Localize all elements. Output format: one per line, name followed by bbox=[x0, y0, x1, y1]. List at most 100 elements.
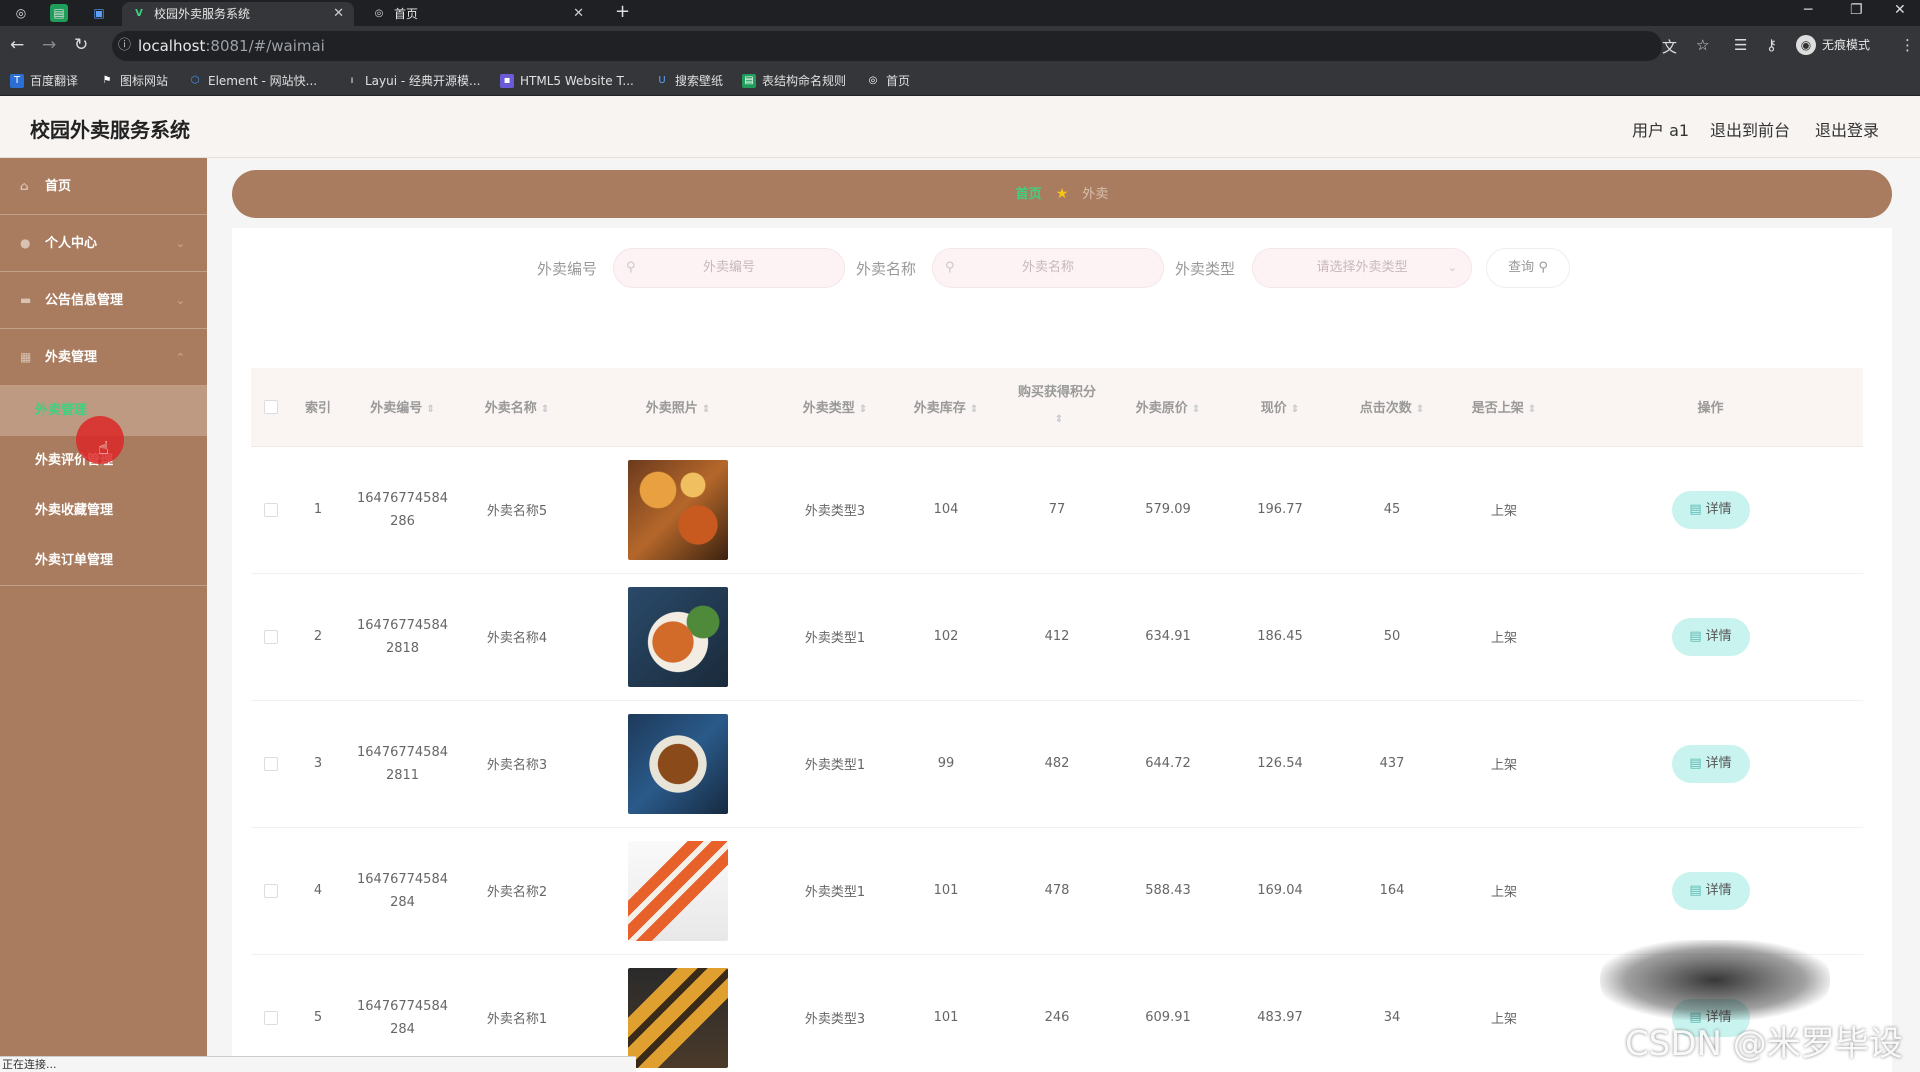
translate-icon[interactable]: ⽂ bbox=[1662, 36, 1677, 57]
sort-icon[interactable]: ⇕ bbox=[1055, 414, 1063, 425]
row-select-cell bbox=[251, 446, 291, 574]
row-checkbox[interactable] bbox=[264, 883, 278, 898]
food-photo[interactable] bbox=[628, 586, 728, 687]
chevron-down-icon: ⌄ bbox=[175, 294, 185, 307]
sort-icon[interactable]: ⇕ bbox=[1416, 404, 1424, 415]
sidebar-item-notice[interactable]: ▬ 公告信息管理 ⌄ bbox=[0, 272, 207, 329]
bookmark-item[interactable]: U 搜索壁纸 bbox=[655, 72, 723, 90]
col-orig-price[interactable]: 外卖原价 ⇕ bbox=[1110, 368, 1226, 447]
bookmark-item[interactable]: ▪ HTML5 Website T... bbox=[500, 72, 634, 90]
code-search-input[interactable]: ⚲ 外卖编号 bbox=[613, 248, 845, 288]
cell-index: 2 bbox=[291, 573, 345, 701]
bookmark-item[interactable]: ▤ 表结构命名规则 bbox=[742, 72, 846, 90]
cell-stock: 99 bbox=[888, 700, 1004, 828]
bookmark-item[interactable]: ◎ 首页 bbox=[866, 72, 910, 90]
info-icon[interactable]: ⓘ bbox=[118, 31, 131, 61]
reading-list-icon[interactable]: ☰ bbox=[1734, 36, 1747, 54]
forward-icon[interactable]: → bbox=[42, 35, 56, 55]
bookmark-item[interactable]: T 百度翻译 bbox=[10, 72, 78, 90]
cell-status: 上架 bbox=[1450, 573, 1558, 701]
url-input[interactable]: ⓘ localhost:8081/#/waimai bbox=[112, 31, 1662, 61]
app-icon[interactable]: ▤ bbox=[50, 4, 68, 22]
back-icon[interactable]: ← bbox=[10, 35, 24, 55]
detail-label: 详情 bbox=[1705, 501, 1732, 517]
home-icon: ⌂ bbox=[20, 179, 29, 193]
cell-stock: 104 bbox=[888, 446, 1004, 574]
detail-button[interactable]: ▤详情 bbox=[1671, 490, 1750, 529]
row-checkbox[interactable] bbox=[264, 629, 278, 644]
select-all-checkbox[interactable] bbox=[264, 399, 278, 414]
cell-stock: 101 bbox=[888, 954, 1004, 1072]
col-clicks[interactable]: 点击次数 ⇕ bbox=[1334, 368, 1450, 447]
grid-icon: ▦ bbox=[20, 350, 32, 364]
bookmark-item[interactable]: ı Layui - 经典开源模... bbox=[345, 72, 481, 90]
sort-icon[interactable]: ⇕ bbox=[1192, 404, 1200, 415]
back-to-front-link[interactable]: 退出到前台 bbox=[1710, 117, 1790, 141]
type-select[interactable]: 请选择外卖类型 ⌄ bbox=[1252, 248, 1472, 288]
new-tab-icon[interactable]: + bbox=[615, 1, 630, 22]
bookmark-label: 百度翻译 bbox=[30, 74, 79, 88]
incognito-badge[interactable]: ◉ 无痕模式 bbox=[1796, 34, 1870, 56]
query-button[interactable]: 查询 ⚲ bbox=[1486, 248, 1570, 288]
food-photo[interactable] bbox=[628, 459, 728, 560]
cell-photo bbox=[574, 700, 782, 828]
logout-link[interactable]: 退出登录 bbox=[1815, 117, 1879, 141]
col-stock[interactable]: 外卖库存 ⇕ bbox=[888, 368, 1004, 447]
sort-icon[interactable]: ⇕ bbox=[1528, 404, 1536, 415]
bilibili-icon[interactable]: ▣ bbox=[90, 4, 108, 22]
minimize-icon[interactable]: ─ bbox=[1804, 2, 1812, 18]
restore-icon[interactable]: ❐ bbox=[1850, 2, 1863, 18]
menu-dots-icon[interactable]: ⋮ bbox=[1900, 36, 1915, 54]
sidebar-item-personal[interactable]: ● 个人中心 ⌄ bbox=[0, 215, 207, 272]
close-window-icon[interactable]: ✕ bbox=[1894, 2, 1906, 18]
code-line-2: 284 bbox=[390, 894, 415, 910]
detail-button[interactable]: ▤详情 bbox=[1671, 744, 1750, 783]
row-checkbox[interactable] bbox=[264, 502, 278, 517]
sidebar-item-waimai[interactable]: ▦ 外卖管理 ⌃ bbox=[0, 329, 207, 386]
close-icon[interactable]: ✕ bbox=[573, 2, 584, 26]
col-price[interactable]: 现价 ⇕ bbox=[1226, 368, 1334, 447]
detail-button[interactable]: ▤详情 bbox=[1671, 617, 1750, 656]
col-code[interactable]: 外卖编号 ⇕ bbox=[345, 368, 460, 447]
col-photo[interactable]: 外卖照片 ⇕ bbox=[574, 368, 782, 447]
globe-icon[interactable]: ◎ bbox=[12, 4, 30, 22]
table-row: 2 16476774584 2818 外卖名称4 外卖类型1 102 412 63… bbox=[251, 573, 1863, 701]
app-header: 校园外卖服务系统 用户 a1 退出到前台 退出登录 bbox=[0, 96, 1920, 158]
header-label: 外卖名称 bbox=[484, 401, 537, 417]
close-icon[interactable]: ✕ bbox=[333, 2, 344, 26]
sidebar-item-label: 公告信息管理 bbox=[45, 293, 124, 308]
cell-status: 上架 bbox=[1450, 827, 1558, 955]
sort-icon[interactable]: ⇕ bbox=[970, 404, 978, 415]
sort-icon[interactable]: ⇕ bbox=[541, 404, 549, 415]
food-photo[interactable] bbox=[628, 967, 728, 1068]
breadcrumb-home[interactable]: 首页 bbox=[1016, 187, 1042, 202]
food-photo[interactable] bbox=[628, 713, 728, 814]
detail-button[interactable]: ▤详情 bbox=[1671, 871, 1750, 910]
bookmark-item[interactable]: ⚑ 图标网站 bbox=[100, 72, 169, 90]
tab-home[interactable]: ◎ 首页 ✕ bbox=[362, 2, 594, 26]
sidebar-item-home[interactable]: ⌂ 首页 bbox=[0, 158, 207, 215]
key-icon[interactable]: ⚷ bbox=[1766, 36, 1777, 54]
row-checkbox[interactable] bbox=[264, 1010, 278, 1025]
food-photo[interactable] bbox=[628, 840, 728, 941]
detail-label: 详情 bbox=[1705, 628, 1732, 644]
sort-icon[interactable]: ⇕ bbox=[702, 404, 710, 415]
sort-icon[interactable]: ⇕ bbox=[859, 404, 867, 415]
col-type[interactable]: 外卖类型 ⇕ bbox=[782, 368, 888, 447]
table-row: 1 16476774584 286 外卖名称5 外卖类型3 104 77 579.… bbox=[251, 446, 1863, 574]
user-icon: ● bbox=[20, 236, 31, 250]
name-search-input[interactable]: ⚲ 外卖名称 bbox=[932, 248, 1164, 288]
col-name[interactable]: 外卖名称 ⇕ bbox=[460, 368, 574, 447]
star-icon[interactable]: ☆ bbox=[1696, 36, 1709, 54]
col-points[interactable]: 购买获得积分 ⇕ bbox=[1004, 368, 1110, 447]
bookmark-item[interactable]: ⬡ Element - 网站快... bbox=[188, 72, 317, 90]
col-status[interactable]: 是否上架 ⇕ bbox=[1450, 368, 1558, 447]
reload-icon[interactable]: ↻ bbox=[74, 35, 88, 55]
row-checkbox[interactable] bbox=[264, 756, 278, 771]
sidebar-subitem-favorite[interactable]: 外卖收藏管理 bbox=[0, 486, 207, 536]
sort-icon[interactable]: ⇕ bbox=[1291, 404, 1299, 415]
sidebar-subitem-order[interactable]: 外卖订单管理 bbox=[0, 536, 207, 586]
tab-active[interactable]: V 校园外卖服务系统 ✕ bbox=[122, 2, 354, 26]
sort-icon[interactable]: ⇕ bbox=[426, 404, 434, 415]
url-host: localhost bbox=[138, 37, 206, 55]
